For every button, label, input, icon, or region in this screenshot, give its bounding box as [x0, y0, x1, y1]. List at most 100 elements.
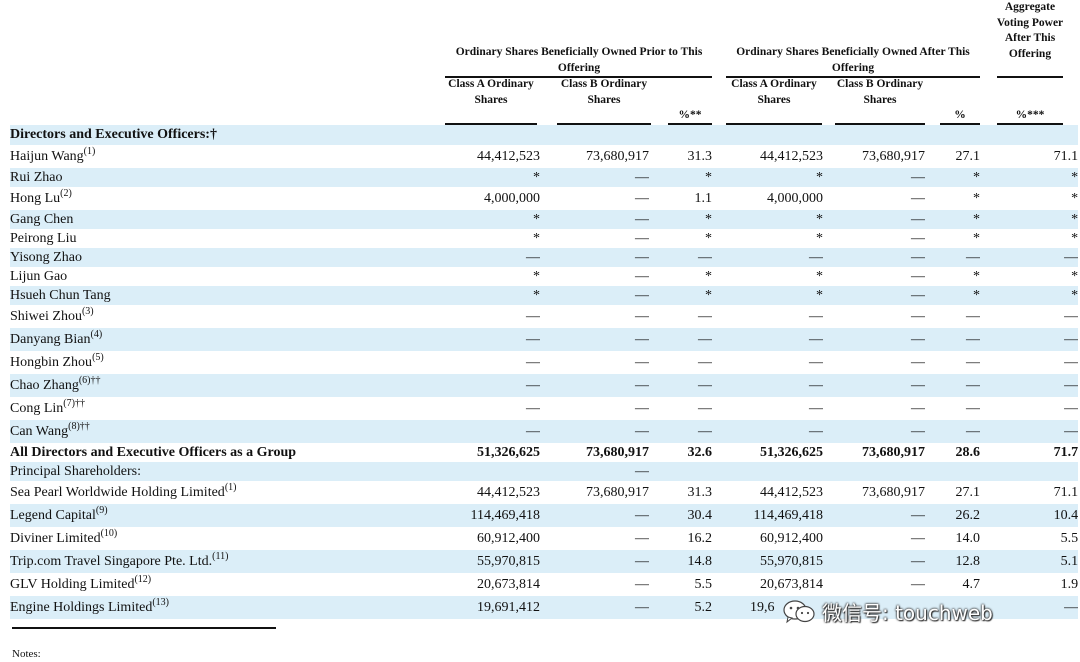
prior-class-a-cell: *: [440, 168, 540, 187]
after-class-a-cell: *: [816, 268, 823, 284]
prior-class-b-cell: —: [540, 210, 649, 229]
voting-pct-cell: *: [1071, 230, 1079, 246]
footnote-ref: (6)††: [78, 374, 101, 386]
after-class-b-cell: —: [823, 374, 925, 397]
prior-class-a-cell: —: [440, 248, 540, 267]
notes-divider: [12, 627, 276, 629]
after-class-a-cell: *: [712, 286, 823, 305]
prior-class-b-cell: —: [540, 550, 649, 573]
holder-name: Can Wang(8)††: [10, 420, 440, 443]
voting-pct-cell: 10.4: [980, 504, 1079, 527]
col-header-after-class-a: Class A Ordinary Shares: [731, 78, 817, 106]
after-class-a-cell: 55,970,815: [712, 550, 823, 573]
col-header-after-class-b: Class B Ordinary Shares: [836, 78, 924, 106]
prior-offering-header: Ordinary Shares Beneficially Owned Prior…: [455, 46, 703, 74]
holder-name: Hongbin Zhou(5): [10, 351, 440, 374]
voting-pct-cell: 5.1: [980, 550, 1079, 573]
prior-pct-cell: 5.5: [694, 576, 713, 592]
holder-name: Engine Holdings Limited(13): [10, 596, 440, 619]
voting-pct-cell: 5.5: [1060, 530, 1079, 546]
prior-pct-cell: *: [649, 168, 712, 187]
after-class-b-cell: —: [911, 576, 925, 592]
holder-name-text: Rui Zhao: [10, 169, 63, 185]
holder-name: Trip.com Travel Singapore Pte. Ltd.(11): [10, 550, 440, 573]
after-class-b-cell: —: [823, 210, 925, 229]
voting-pct-cell: —: [980, 420, 1079, 443]
after-class-b-cell: 73,680,917: [862, 444, 925, 460]
prior-class-a-cell: *: [533, 230, 540, 246]
prior-class-b-cell: —: [635, 354, 649, 370]
table-row: Hsueh Chun Tang * — * * — * *: [10, 286, 1079, 305]
col-header-voting-pct: %***: [1015, 109, 1045, 121]
holder-name-text: Lijun Gao: [10, 268, 68, 284]
footnote-ref: (8)††: [68, 420, 90, 432]
prior-class-a-cell: —: [526, 308, 540, 324]
prior-class-b-cell: 73,680,917: [586, 484, 649, 500]
holder-name: Gang Chen: [10, 210, 440, 229]
prior-class-a-cell: 55,970,815: [440, 550, 540, 573]
holder-name: Diviner Limited(10): [10, 527, 440, 550]
section-directors-label: Directors and Executive Officers:†: [10, 125, 1079, 145]
after-pct-cell: —: [966, 400, 980, 416]
prior-class-b-cell: —: [635, 400, 649, 416]
group-total-label: All Directors and Executive Officers as …: [10, 444, 297, 460]
prior-pct-cell: *: [705, 230, 712, 246]
prior-class-b-cell: —: [635, 190, 649, 206]
prior-class-b-cell: —: [540, 248, 649, 267]
holder-name: Cong Lin(7)††: [10, 397, 440, 420]
after-class-b-cell: —: [911, 230, 925, 246]
voting-pct-cell: 71.7: [1053, 444, 1079, 460]
after-pct-cell: —: [966, 354, 980, 370]
after-class-a-cell: 60,912,400: [760, 530, 823, 546]
voting-pct-cell: —: [1064, 308, 1079, 324]
after-class-b-cell: —: [823, 328, 925, 351]
holder-name-text: Cong Lin: [10, 400, 64, 416]
voting-pct-cell: —: [1064, 400, 1079, 416]
prior-class-b-cell: —: [540, 168, 649, 187]
after-offering-header: Ordinary Shares Beneficially Owned After…: [736, 46, 970, 74]
prior-class-a-cell: 20,673,814: [477, 576, 540, 592]
prior-pct-cell: —: [698, 308, 712, 324]
table-row: Trip.com Travel Singapore Pte. Ltd.(11) …: [10, 550, 1079, 573]
prior-pct-cell: 5.2: [649, 596, 712, 619]
prior-pct-cell: —: [649, 328, 712, 351]
prior-class-a-cell: 44,412,523: [477, 484, 540, 500]
footnote-ref: (2): [60, 187, 72, 199]
voting-pct-cell: *: [980, 168, 1079, 187]
holder-name: Lijun Gao: [10, 267, 440, 286]
after-class-b-cell: —: [911, 400, 925, 416]
table-row: Rui Zhao * — * * — * *: [10, 168, 1079, 187]
prior-class-b-cell: —: [540, 374, 649, 397]
footnote-ref: (10): [100, 527, 118, 539]
prior-class-b-cell: —: [540, 286, 649, 305]
holder-name: GLV Holding Limited(12): [10, 573, 440, 596]
prior-class-a-cell: —: [440, 328, 540, 351]
table-row: Sea Pearl Worldwide Holding Limited(1) 4…: [10, 481, 1078, 504]
prior-class-a-cell: —: [440, 420, 540, 443]
col-header-prior-class-b: Class B Ordinary Shares: [560, 78, 648, 106]
voting-pct-cell: —: [1064, 354, 1079, 370]
prior-pct-cell: —: [649, 374, 712, 397]
holder-name: Peirong Liu: [10, 229, 440, 248]
after-class-b-cell: —: [911, 354, 925, 370]
after-class-b-cell: —: [911, 530, 925, 546]
footnote-ref: (13): [152, 596, 169, 608]
voting-pct-cell: —: [980, 328, 1079, 351]
prior-class-b-cell: 73,680,917: [586, 148, 649, 164]
after-class-b-cell: —: [823, 248, 925, 267]
prior-class-b-cell: —: [540, 420, 649, 443]
after-class-b-cell: —: [911, 308, 925, 324]
holder-name: Yisong Zhao: [10, 248, 440, 267]
prior-pct-cell: —: [698, 354, 712, 370]
after-class-b-cell: —: [823, 286, 925, 305]
prior-pct-cell: 1.1: [694, 190, 713, 206]
prior-class-b-cell: 73,680,917: [586, 444, 649, 460]
after-class-a-cell: 44,412,523: [760, 484, 823, 500]
after-pct-cell: —: [966, 308, 980, 324]
after-pct-cell: 4.7: [962, 576, 981, 592]
holder-name-text: Sea Pearl Worldwide Holding Limited: [10, 484, 225, 500]
voting-pct-cell: 71.1: [1053, 148, 1079, 164]
watermark-text: 微信号: touchweb: [822, 601, 993, 625]
after-pct-cell: 26.2: [925, 504, 980, 527]
after-class-a-cell: —: [809, 354, 823, 370]
